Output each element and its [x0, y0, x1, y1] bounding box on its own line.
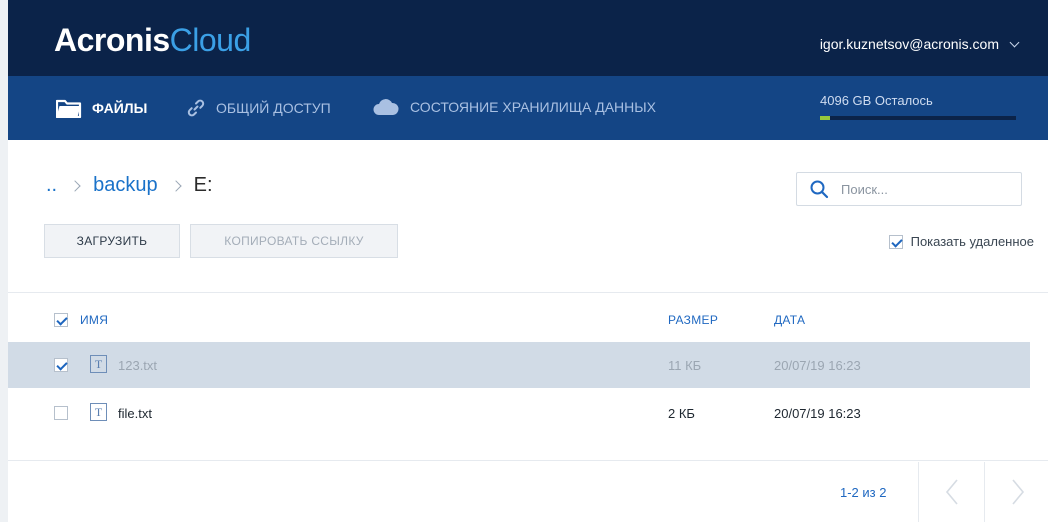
folder-icon [56, 99, 82, 118]
storage-usage-bar [820, 116, 1016, 120]
row-checkbox[interactable] [54, 358, 68, 372]
copy-link-button[interactable]: КОПИРОВАТЬ ССЫЛКУ [190, 224, 398, 258]
main-content: .. backup E: ЗАГРУЗИТЬ КОПИРОВАТЬ ССЫЛКУ… [8, 140, 1048, 522]
divider [918, 462, 919, 522]
table-row[interactable]: T file.txt 2 КБ 20/07/19 16:23 [8, 390, 1030, 436]
previous-page-button[interactable] [920, 462, 984, 522]
divider [8, 292, 1048, 293]
tab-storage-status-label: СОСТОЯНИЕ ХРАНИЛИЩА ДАННЫХ [410, 99, 656, 115]
next-page-button[interactable] [986, 462, 1048, 522]
tab-sharing[interactable]: ОБЩИЙ ДОСТУП [186, 98, 331, 118]
file-date: 20/07/19 16:23 [774, 406, 861, 421]
tab-files[interactable]: ФАЙЛЫ [56, 98, 147, 118]
column-header-name[interactable]: ИМЯ [80, 313, 108, 327]
storage-remaining: 4096 GB Осталось [820, 93, 933, 108]
chevron-right-icon [169, 179, 182, 192]
file-size: 2 КБ [668, 406, 695, 421]
search-icon[interactable] [809, 179, 829, 199]
user-email: igor.kuznetsov@acronis.com [819, 36, 999, 52]
column-header-size[interactable]: РАЗМЕР [668, 313, 718, 327]
upload-button[interactable]: ЗАГРУЗИТЬ [44, 224, 180, 258]
pagination-info: 1-2 из 2 [840, 485, 887, 500]
nav-bar: ФАЙЛЫ ОБЩИЙ ДОСТУП СОСТОЯНИЕ ХРАНИЛИЩА Д… [8, 76, 1048, 140]
breadcrumb-up[interactable]: .. [46, 174, 57, 197]
chevron-right-icon [69, 179, 81, 192]
divider [984, 462, 985, 522]
tab-files-label: ФАЙЛЫ [92, 100, 148, 116]
search-input[interactable] [841, 173, 1011, 205]
file-name[interactable]: 123.txt [118, 358, 157, 373]
user-menu[interactable]: igor.kuznetsov@acronis.com [819, 36, 1020, 52]
text-file-icon: T [90, 355, 107, 373]
breadcrumb: .. backup E: [46, 174, 213, 197]
table-header: ИМЯ РАЗМЕР ДАТА [8, 300, 1048, 342]
file-size: 11 КБ [668, 358, 702, 373]
breadcrumb-current: E: [193, 174, 213, 196]
logo-secondary: Cloud [169, 22, 252, 58]
show-deleted-label: Показать удаленное [910, 234, 1034, 249]
chevron-left-icon [945, 479, 958, 505]
tab-sharing-label: ОБЩИЙ ДОСТУП [216, 100, 331, 116]
show-deleted-checkbox[interactable] [888, 234, 903, 249]
divider [8, 460, 1048, 461]
logo-primary: Acronis [54, 22, 170, 58]
top-bar: AcronisCloud igor.kuznetsov@acronis.com [8, 0, 1048, 76]
breadcrumb-backup[interactable]: backup [93, 174, 158, 197]
column-header-date[interactable]: ДАТА [774, 313, 805, 327]
chevron-down-icon [1009, 37, 1020, 47]
show-deleted-toggle[interactable]: Показать удаленное [888, 234, 1034, 249]
cloud-icon [373, 99, 399, 115]
file-date: 20/07/19 16:23 [774, 358, 861, 373]
link-icon [187, 99, 205, 117]
file-name[interactable]: file.txt [118, 406, 152, 421]
chevron-right-icon [1012, 479, 1025, 505]
search-box [796, 172, 1022, 206]
storage-usage-fill [820, 116, 830, 120]
row-checkbox[interactable] [54, 406, 68, 420]
tab-storage-status[interactable]: СОСТОЯНИЕ ХРАНИЛИЩА ДАННЫХ [372, 98, 656, 116]
table-row[interactable]: T 123.txt 11 КБ 20/07/19 16:23 [8, 342, 1030, 388]
select-all-checkbox[interactable] [54, 313, 68, 327]
left-gutter [0, 0, 8, 522]
acronis-cloud-logo[interactable]: AcronisCloud [54, 22, 251, 58]
text-file-icon: T [90, 403, 107, 421]
